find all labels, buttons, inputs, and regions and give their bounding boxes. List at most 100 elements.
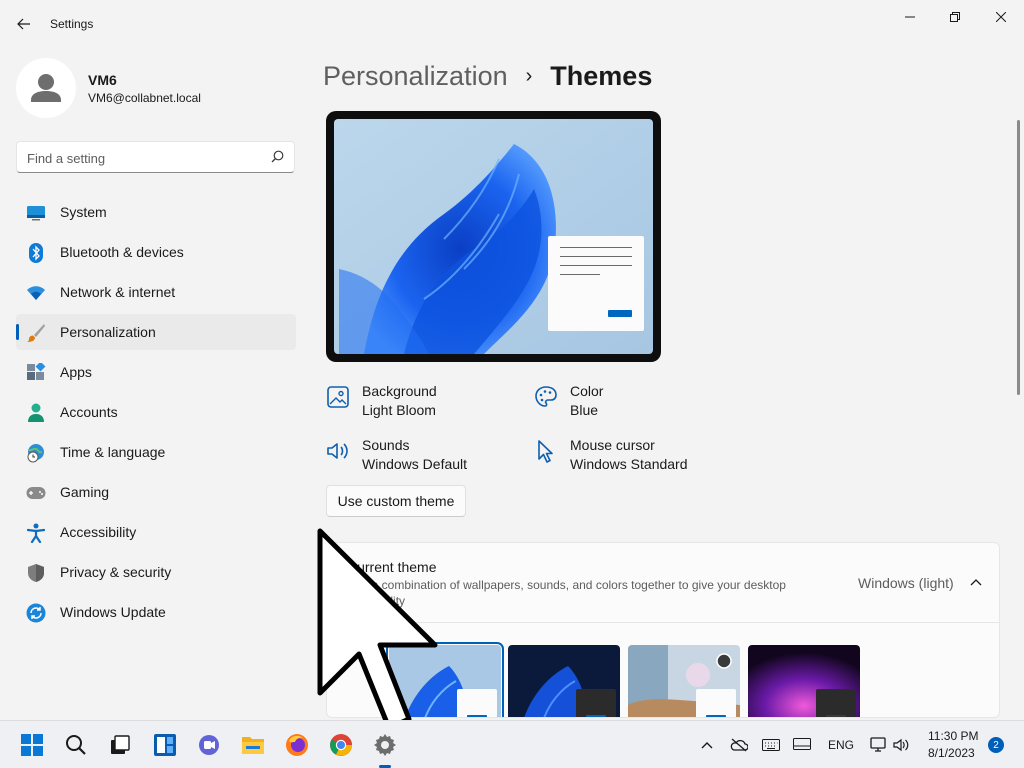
sidebar-item-network[interactable]: Network & internet [16, 274, 296, 310]
search-icon[interactable] [271, 150, 284, 168]
clock-date[interactable]: 8/1/2023 [928, 746, 975, 760]
keyboard-icon[interactable] [762, 736, 780, 754]
sidebar-item-accounts[interactable]: Accounts [16, 394, 296, 430]
use-custom-theme-button[interactable]: Use custom theme [326, 485, 466, 517]
chevron-up-icon[interactable] [698, 736, 716, 754]
sidebar-item-accessibility[interactable]: Accessibility [16, 514, 296, 550]
accessibility-icon [26, 523, 46, 543]
monitor-icon [26, 203, 46, 223]
display-icon[interactable] [793, 736, 811, 754]
theme-preview [326, 111, 661, 362]
start-icon[interactable] [18, 731, 46, 759]
divider [327, 622, 999, 623]
close-button[interactable] [978, 6, 1024, 28]
sounds-value: Windows Default [362, 456, 468, 472]
search-input[interactable] [27, 148, 257, 168]
color-value: Blue [570, 402, 599, 418]
scrollbar[interactable] [1017, 120, 1020, 395]
theme-thumbnail-glow[interactable] [628, 645, 740, 717]
widgets-icon[interactable] [151, 731, 179, 759]
apps-icon [26, 363, 46, 383]
sidebar-item-bluetooth[interactable]: Bluetooth & devices [16, 234, 296, 270]
clock-time[interactable]: 11:30 PM [928, 729, 978, 743]
close-icon [996, 12, 1006, 22]
breadcrumb: Personalization › Themes [323, 58, 652, 94]
sidebar-item-privacy[interactable]: Privacy & security [16, 554, 296, 590]
minimize-icon [905, 16, 915, 18]
current-theme-title: Current theme [347, 559, 437, 575]
sidebar-item-label: Network & internet [60, 284, 176, 300]
app-title: Settings [50, 17, 94, 31]
sidebar-item-apps[interactable]: Apps [16, 354, 296, 390]
mouse-pointer-icon [534, 439, 558, 463]
mouse-cursor-value: Windows Standard [570, 456, 688, 472]
restore-button[interactable] [932, 6, 978, 28]
avatar[interactable] [16, 58, 76, 118]
file-explorer-icon[interactable] [239, 731, 267, 759]
sidebar-item-gaming[interactable]: Gaming [16, 474, 296, 510]
notification-badge[interactable]: 2 [988, 737, 1004, 753]
chevron-up-icon[interactable] [968, 575, 984, 591]
sidebar-item-windows-update[interactable]: Windows Update [16, 594, 296, 630]
sounds-setting[interactable]: Sounds Windows Default [326, 437, 526, 477]
search-box[interactable] [16, 141, 295, 173]
wallpaper-preview-image [334, 119, 653, 354]
network-icon[interactable] [870, 736, 888, 754]
minimize-button[interactable] [887, 6, 933, 28]
sidebar-item-label: System [60, 204, 107, 220]
paintbrush-icon [26, 323, 46, 343]
user-name: VM6 [88, 72, 117, 88]
sidebar-item-personalization[interactable]: Personalization [16, 314, 296, 350]
gamepad-icon [26, 483, 46, 503]
theme-thumbnail-windows-light[interactable] [386, 642, 504, 717]
person-icon [26, 403, 46, 423]
bluetooth-icon [26, 243, 46, 263]
restore-icon [950, 12, 960, 22]
back-button[interactable] [12, 12, 36, 36]
current-theme-description: Use a combination of wallpapers, sounds,… [347, 578, 786, 608]
input-language[interactable]: ENG [828, 738, 854, 752]
color-label: Color [570, 383, 604, 399]
task-view-icon[interactable] [106, 731, 134, 759]
current-theme-value: Windows (light) [858, 575, 954, 591]
teams-chat-icon[interactable] [195, 731, 223, 759]
current-theme-card: Current theme Use a combination of wallp… [326, 542, 1000, 718]
picture-icon [326, 385, 350, 409]
firefox-icon[interactable] [283, 731, 311, 759]
sidebar-item-label: Gaming [60, 484, 110, 500]
mouse-cursor-setting[interactable]: Mouse cursor Windows Standard [534, 437, 734, 477]
sample-window [548, 236, 644, 331]
color-setting[interactable]: Color Blue [534, 383, 734, 423]
breadcrumb-separator-icon: › [525, 64, 533, 87]
globe-clock-icon [26, 443, 46, 463]
sidebar-item-time-language[interactable]: Time & language [16, 434, 296, 470]
update-icon [26, 603, 46, 623]
settings-icon[interactable] [371, 731, 399, 759]
theme-thumbnail-captured-motion[interactable] [748, 645, 860, 717]
sidebar-item-label: Personalization [60, 324, 156, 340]
person-silhouette-icon [16, 58, 76, 118]
wifi-icon [26, 283, 46, 303]
sample-window-glow [696, 689, 736, 717]
onedrive-icon[interactable] [730, 736, 748, 754]
volume-icon[interactable] [892, 736, 910, 754]
user-email: VM6@collabnet.local [88, 91, 201, 105]
sample-window-light [457, 689, 497, 717]
breadcrumb-parent-link[interactable]: Personalization [323, 61, 508, 92]
sidebar-item-label: Accessibility [60, 524, 137, 540]
palette-icon [534, 385, 558, 409]
mouse-cursor-label: Mouse cursor [570, 437, 655, 453]
sidebar-item-label: Time & language [60, 444, 166, 460]
sidebar-item-label: Accounts [60, 404, 118, 420]
background-setting[interactable]: Background Light Bloom [326, 383, 526, 423]
chrome-icon[interactable] [327, 731, 355, 759]
sidebar-item-label: Windows Update [60, 604, 166, 620]
page-title: Themes [550, 60, 653, 91]
theme-thumbnail-windows-dark[interactable] [508, 645, 620, 717]
sidebar-item-label: Apps [60, 364, 92, 380]
sounds-label: Sounds [362, 437, 410, 453]
sample-window-dark [576, 689, 616, 717]
back-arrow-icon [17, 18, 30, 30]
search-icon[interactable] [62, 731, 90, 759]
sidebar-item-system[interactable]: System [16, 194, 296, 230]
